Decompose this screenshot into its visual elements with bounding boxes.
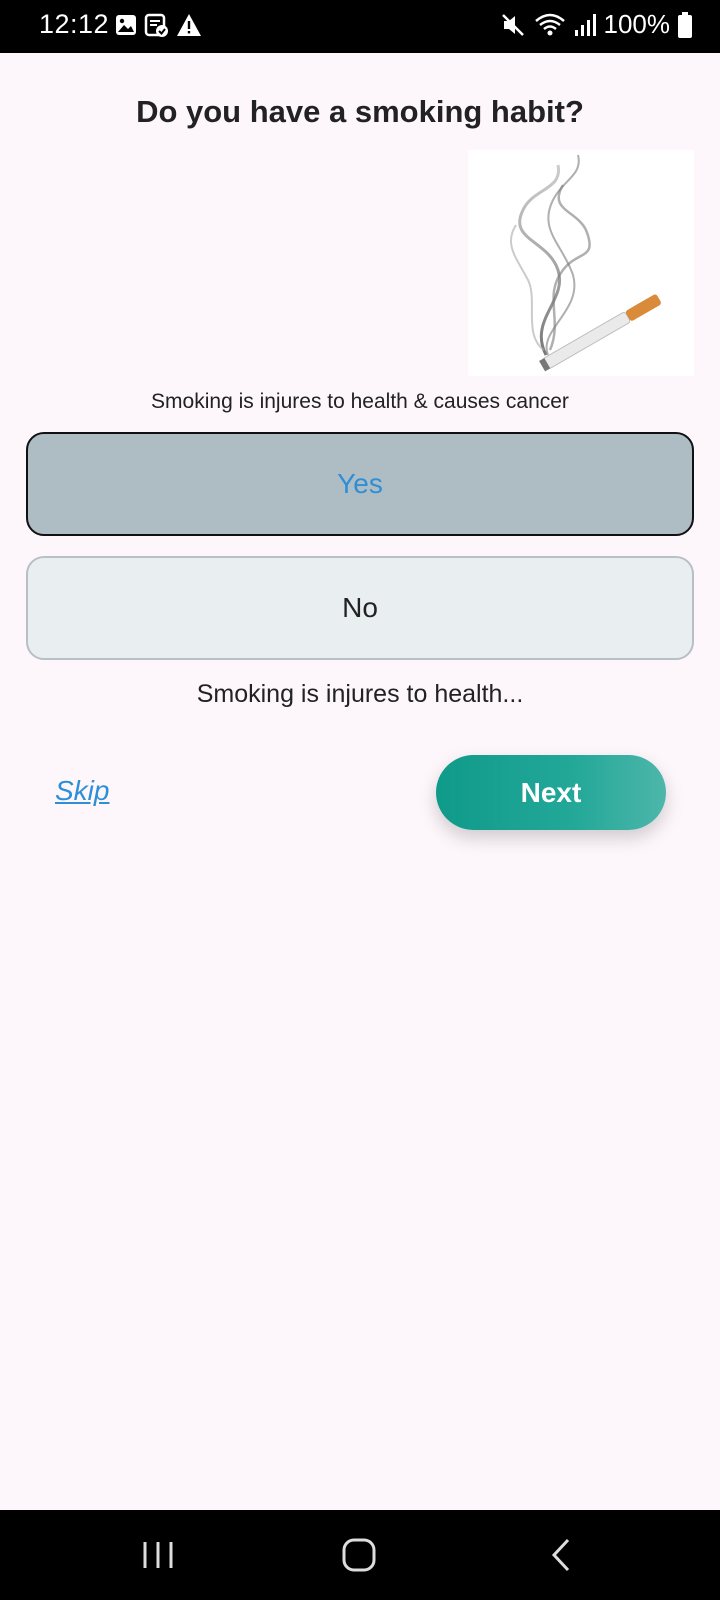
- option-yes-button[interactable]: Yes: [26, 432, 694, 536]
- home-icon: [342, 1538, 376, 1572]
- status-bar: 12:12 100%: [0, 0, 720, 53]
- next-button-label: Next: [520, 776, 582, 808]
- recents-icon: [143, 1542, 173, 1568]
- wifi-icon: [534, 13, 565, 35]
- mute-icon: [501, 13, 524, 36]
- option-no-label: No: [342, 592, 378, 623]
- calendar-check-icon: [144, 13, 168, 37]
- cigarette-smoke-image: [468, 150, 694, 376]
- recents-button[interactable]: [128, 1530, 188, 1580]
- battery-percentage: 100%: [603, 9, 671, 39]
- status-right: 100%: [500, 9, 692, 40]
- signal-icon: [574, 13, 596, 36]
- status-time: 12:12: [39, 9, 110, 39]
- battery-icon: [678, 11, 692, 38]
- status-left-icons: [114, 13, 202, 39]
- warning-text: Smoking is injures to health & causes ca…: [151, 390, 569, 413]
- option-no-button[interactable]: No: [26, 556, 694, 660]
- back-icon: [551, 1538, 570, 1572]
- warning-icon: [177, 14, 201, 36]
- skip-link[interactable]: Skip: [55, 775, 109, 807]
- next-button[interactable]: Next: [436, 755, 666, 830]
- hint-text: Smoking is injures to health...: [196, 680, 524, 708]
- navigation-bar: [0, 1510, 720, 1600]
- back-button[interactable]: [532, 1530, 592, 1580]
- option-yes-label: Yes: [337, 468, 383, 499]
- home-button[interactable]: [329, 1530, 389, 1580]
- question-title: Do you have a smoking habit?: [136, 94, 584, 129]
- image-icon: [116, 15, 136, 35]
